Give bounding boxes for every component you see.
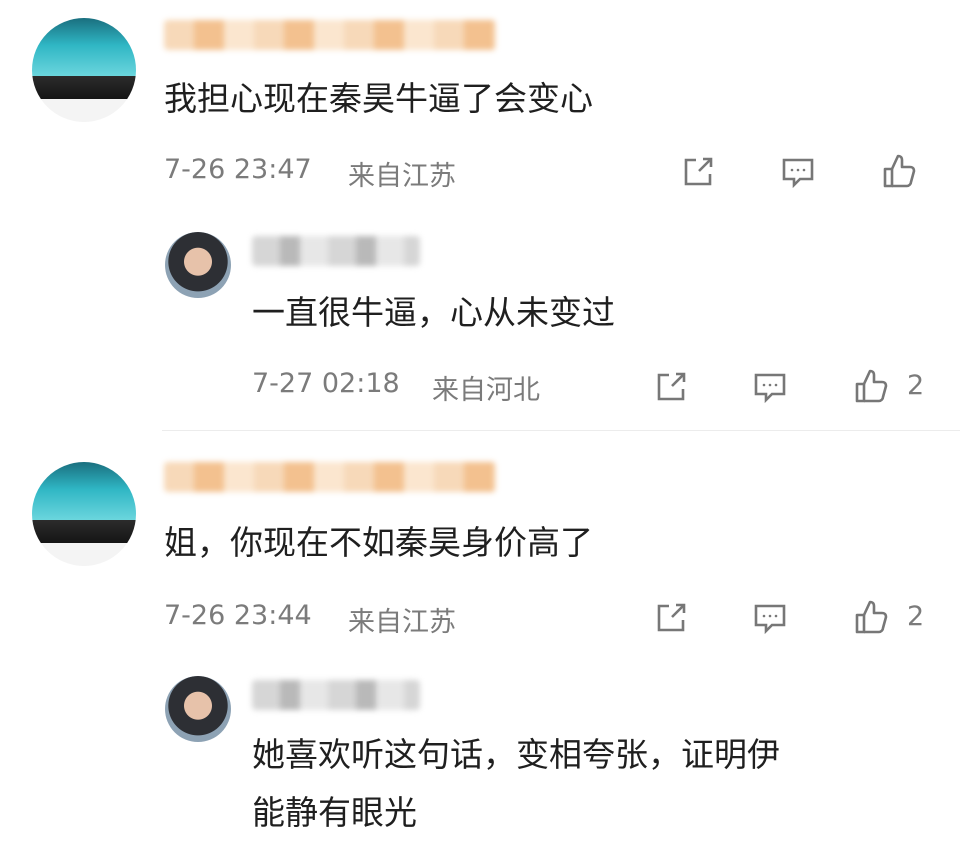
- like-button[interactable]: [850, 367, 890, 407]
- share-button[interactable]: [678, 152, 718, 192]
- comment-location: 来自江苏: [348, 161, 456, 192]
- thumbs-up-icon: [855, 369, 888, 403]
- like-count: 2: [907, 601, 925, 632]
- avatar[interactable]: [32, 18, 136, 122]
- share-button[interactable]: [651, 367, 691, 407]
- comment-icon: [754, 604, 786, 635]
- comment-location: 来自江苏: [348, 607, 456, 638]
- reply-text: 一直很牛逼，心从未变过: [252, 293, 615, 332]
- like-button[interactable]: [878, 152, 918, 192]
- comment-button[interactable]: [778, 152, 818, 192]
- avatar[interactable]: [165, 232, 231, 298]
- share-icon: [657, 603, 686, 632]
- share-button[interactable]: [651, 598, 691, 638]
- thumbs-up-icon: [883, 154, 916, 188]
- comment-icon: [754, 373, 786, 404]
- reply-text-line-2: 能静有眼光: [252, 793, 417, 832]
- avatar[interactable]: [165, 676, 231, 742]
- avatar-sky: [32, 462, 136, 523]
- avatar-sky: [32, 18, 136, 79]
- username-blurred[interactable]: [252, 236, 420, 266]
- comment-button[interactable]: [750, 598, 790, 638]
- avatar-floor: [32, 543, 136, 566]
- divider: [162, 430, 960, 431]
- comment-icon: [782, 158, 814, 189]
- like-button[interactable]: [850, 598, 890, 638]
- avatar-floor: [32, 99, 136, 122]
- comment-text: 我担心现在秦昊牛逼了会变心: [164, 79, 593, 118]
- username-blurred[interactable]: [252, 680, 420, 710]
- comment-time: 7-26 23:47: [164, 154, 312, 185]
- reply-time: 7-27 02:18: [252, 368, 400, 399]
- avatar[interactable]: [32, 462, 136, 566]
- share-icon: [657, 372, 686, 401]
- username-blurred[interactable]: [164, 462, 496, 492]
- reply-text-line-1: 她喜欢听这句话，变相夸张，证明伊: [252, 735, 780, 774]
- share-icon: [684, 157, 713, 186]
- comment-button[interactable]: [750, 367, 790, 407]
- thumbs-up-icon: [855, 600, 888, 634]
- avatar-bench: [32, 520, 136, 544]
- username-blurred[interactable]: [164, 20, 496, 50]
- comment-time: 7-26 23:44: [164, 600, 312, 631]
- like-count: 2: [907, 370, 925, 401]
- avatar-bench: [32, 76, 136, 100]
- comment-text: 姐，你现在不如秦昊身价高了: [164, 523, 593, 562]
- reply-location: 来自河北: [432, 375, 540, 406]
